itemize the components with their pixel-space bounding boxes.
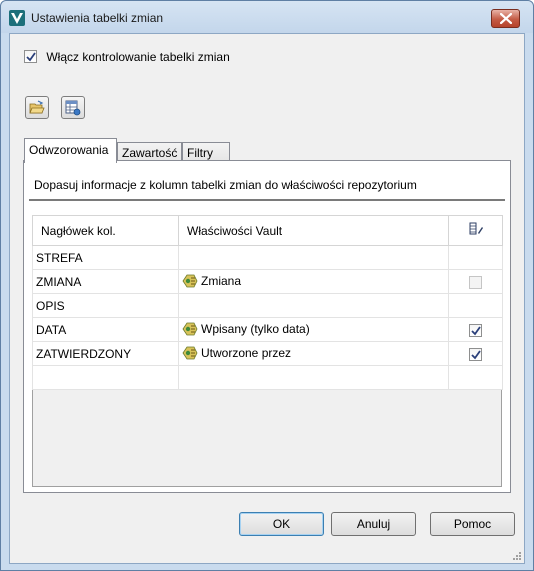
vault-property-label: Zmiana (201, 273, 242, 288)
tab-panel-mappings: Dopasuj informacje z kolumn tabelki zmia… (23, 160, 511, 493)
vault-property-cell[interactable]: Utworzone przez (178, 341, 449, 366)
property-icon (182, 346, 198, 359)
table-settings-icon (65, 100, 81, 116)
table-row[interactable]: OPIS (32, 293, 503, 318)
edit-cell (448, 245, 503, 270)
dialog-window: Ustawienia tabelki zmian Włącz kontrolow… (0, 0, 534, 571)
ok-button[interactable]: OK (239, 512, 324, 536)
table-row[interactable]: ZATWIERDZONY Utworzone przez (32, 341, 503, 366)
open-folder-button[interactable] (25, 96, 49, 119)
checkmark-icon (26, 52, 36, 62)
edit-cell (448, 269, 503, 294)
vault-property-cell[interactable]: Wpisany (tylko data) (178, 317, 449, 342)
panel-description: Dopasuj informacje z kolumn tabelki zmia… (34, 178, 417, 192)
edit-column-icon (469, 222, 483, 235)
checkmark-icon (471, 350, 481, 360)
title-block-cell: OPIS (32, 293, 179, 318)
vault-property-cell[interactable] (178, 365, 449, 390)
table-row[interactable]: DATA Wpisany (tylko data) (32, 317, 503, 342)
vault-app-icon (9, 10, 25, 26)
enable-tracking-row[interactable]: Włącz kontrolowanie tabelki zmian (24, 49, 230, 65)
edit-cell (448, 293, 503, 318)
column-header-vault-property[interactable]: Właściwości Vault (178, 215, 449, 246)
enable-tracking-label: Włącz kontrolowanie tabelki zmian (46, 49, 230, 64)
help-button[interactable]: Pomoc (430, 512, 515, 536)
resize-grip-icon[interactable] (512, 551, 522, 561)
table-row[interactable]: STREFA (32, 245, 503, 270)
grid-header-row: Nagłówek kol. Właściwości Vault (32, 215, 503, 246)
title-block-cell: ZMIANA (32, 269, 179, 294)
mapping-grid: Nagłówek kol. Właściwości Vault STREFA Z… (32, 215, 503, 487)
column-header-title-block[interactable]: Nagłówek kol. (32, 215, 179, 246)
vault-property-cell[interactable] (178, 245, 449, 270)
enable-tracking-checkbox[interactable] (24, 50, 37, 64)
dialog-client-area: Włącz kontrolowanie tabelki zmian Odwzor… (9, 33, 525, 564)
editable-checkbox (469, 275, 482, 289)
close-icon (500, 13, 512, 24)
property-icon (182, 274, 198, 287)
title-block-cell: ZATWIERDZONY (32, 341, 179, 366)
tab-zawartosc[interactable]: Zawartość (117, 142, 182, 162)
edit-cell (448, 365, 503, 390)
edit-cell[interactable] (448, 341, 503, 366)
property-icon (182, 322, 198, 335)
editable-checkbox[interactable] (469, 323, 482, 337)
close-button[interactable] (491, 9, 520, 28)
title-block-cell: DATA (32, 317, 179, 342)
column-header-edit[interactable] (448, 215, 503, 246)
vault-property-cell[interactable]: Zmiana (178, 269, 449, 294)
vault-property-cell[interactable] (178, 293, 449, 318)
title-bar[interactable]: Ustawienia tabelki zmian (1, 1, 533, 33)
vault-property-label: Wpisany (tylko data) (201, 321, 310, 336)
vault-property-label: Utworzone przez (201, 345, 292, 360)
title-block-cell[interactable] (32, 365, 179, 390)
tab-filtry[interactable]: Filtry (182, 142, 230, 162)
tab-odwzorowania[interactable]: Odwzorowania (24, 138, 117, 163)
title-block-cell: STREFA (32, 245, 179, 270)
editable-checkbox[interactable] (469, 347, 482, 361)
checkmark-icon (471, 326, 481, 336)
divider (29, 199, 505, 201)
open-folder-icon (29, 100, 45, 114)
table-row[interactable] (32, 365, 503, 390)
cancel-button[interactable]: Anuluj (331, 512, 416, 536)
table-settings-button[interactable] (61, 96, 85, 119)
edit-cell[interactable] (448, 317, 503, 342)
table-row[interactable]: ZMIANA Zmiana (32, 269, 503, 294)
window-title: Ustawienia tabelki zmian (31, 11, 164, 25)
